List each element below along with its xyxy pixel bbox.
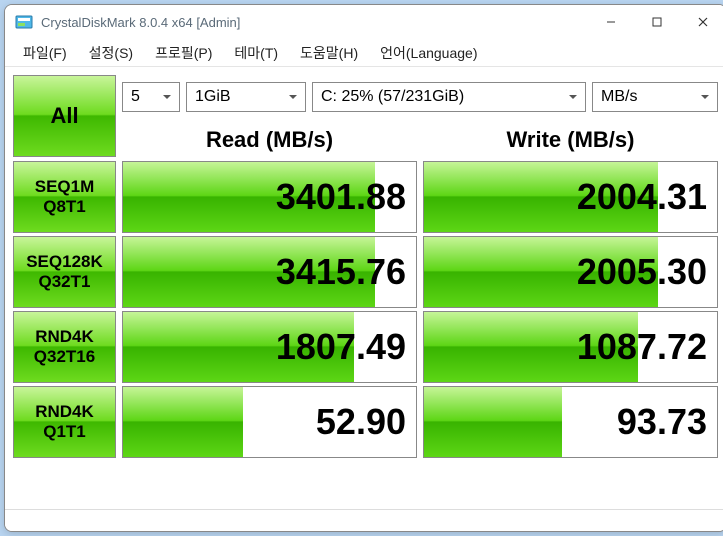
drive-value: C: 25% (57/231GiB) xyxy=(321,88,464,106)
read-value: 3415.76 xyxy=(276,251,406,293)
test-label2: Q32T16 xyxy=(34,347,95,367)
write-cell-2: 1087.72 xyxy=(423,311,718,383)
minimize-button[interactable] xyxy=(588,5,634,39)
menubar: 파일(F) 설정(S) 프로필(P) 테마(T) 도움말(H) 언어(Langu… xyxy=(5,39,723,67)
read-cell-1: 3415.76 xyxy=(122,236,417,308)
window-controls xyxy=(588,5,723,39)
test-button-2[interactable]: RND4KQ32T16 xyxy=(13,311,116,383)
read-bar xyxy=(123,387,243,457)
titlebar: CrystalDiskMark 8.0.4 x64 [Admin] xyxy=(5,5,723,39)
write-cell-3: 93.73 xyxy=(423,386,718,458)
window-title: CrystalDiskMark 8.0.4 x64 [Admin] xyxy=(41,15,240,30)
unit-select[interactable]: MB/s xyxy=(592,82,718,112)
read-value: 1807.49 xyxy=(276,326,406,368)
write-header: Write (MB/s) xyxy=(423,127,718,153)
write-value: 2004.31 xyxy=(577,176,707,218)
test-label1: RND4K xyxy=(35,327,94,347)
test-label1: RND4K xyxy=(35,402,94,422)
test-label2: Q8T1 xyxy=(43,197,86,217)
menu-help[interactable]: 도움말(H) xyxy=(290,40,368,66)
test-button-1[interactable]: SEQ128KQ32T1 xyxy=(13,236,116,308)
write-bar xyxy=(424,387,562,457)
close-button[interactable] xyxy=(680,5,723,39)
read-header: Read (MB/s) xyxy=(122,127,417,153)
write-value: 93.73 xyxy=(617,401,707,443)
test-label1: SEQ1M xyxy=(35,177,95,197)
menu-theme[interactable]: 테마(T) xyxy=(224,40,288,66)
menu-profile[interactable]: 프로필(P) xyxy=(145,40,222,66)
menu-settings[interactable]: 설정(S) xyxy=(79,40,143,66)
drive-select[interactable]: C: 25% (57/231GiB) xyxy=(312,82,586,112)
write-cell-0: 2004.31 xyxy=(423,161,718,233)
write-value: 2005.30 xyxy=(577,251,707,293)
test-size-value: 1GiB xyxy=(195,88,231,106)
app-icon xyxy=(15,13,33,31)
read-value: 52.90 xyxy=(316,401,406,443)
content-area: All 5 1GiB C: 25% (57/231GiB) MB/s Read … xyxy=(5,67,723,509)
unit-value: MB/s xyxy=(601,88,637,106)
test-size-select[interactable]: 1GiB xyxy=(186,82,306,112)
result-row-0: SEQ1MQ8T1 3401.88 2004.31 xyxy=(13,161,718,233)
header-row: Read (MB/s) Write (MB/s) xyxy=(122,122,718,158)
write-value: 1087.72 xyxy=(577,326,707,368)
test-label2: Q32T1 xyxy=(39,272,91,292)
test-count-select[interactable]: 5 xyxy=(122,82,180,112)
read-cell-2: 1807.49 xyxy=(122,311,417,383)
test-label2: Q1T1 xyxy=(43,422,86,442)
result-row-2: RND4KQ32T16 1807.49 1087.72 xyxy=(13,311,718,383)
result-row-1: SEQ128KQ32T1 3415.76 2005.30 xyxy=(13,236,718,308)
read-cell-3: 52.90 xyxy=(122,386,417,458)
write-cell-1: 2005.30 xyxy=(423,236,718,308)
all-button[interactable]: All xyxy=(13,75,116,157)
app-window: CrystalDiskMark 8.0.4 x64 [Admin] 파일(F) … xyxy=(4,4,723,532)
all-button-label: All xyxy=(50,103,78,129)
test-button-0[interactable]: SEQ1MQ8T1 xyxy=(13,161,116,233)
read-cell-0: 3401.88 xyxy=(122,161,417,233)
controls-row: All 5 1GiB C: 25% (57/231GiB) MB/s xyxy=(13,75,718,119)
result-row-3: RND4KQ1T1 52.90 93.73 xyxy=(13,386,718,458)
menu-language[interactable]: 언어(Language) xyxy=(370,40,487,66)
select-wrapper: 5 1GiB C: 25% (57/231GiB) MB/s xyxy=(122,75,718,119)
read-value: 3401.88 xyxy=(276,176,406,218)
menu-file[interactable]: 파일(F) xyxy=(13,40,77,66)
test-button-3[interactable]: RND4KQ1T1 xyxy=(13,386,116,458)
test-label1: SEQ128K xyxy=(26,252,103,272)
test-count-value: 5 xyxy=(131,88,140,106)
results-container: SEQ1MQ8T1 3401.88 2004.31 SEQ128KQ32T1 3415.… xyxy=(13,161,718,461)
maximize-button[interactable] xyxy=(634,5,680,39)
